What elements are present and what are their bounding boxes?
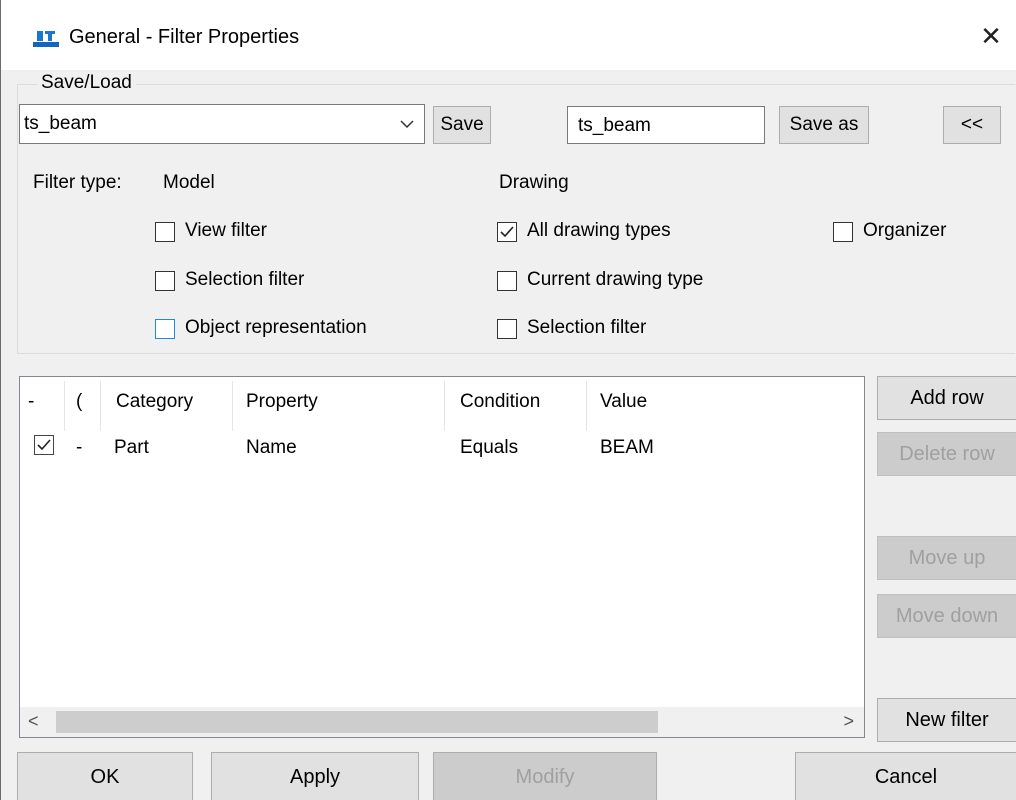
close-icon: ✕ — [980, 20, 1002, 51]
row-enabled-checkbox[interactable] — [34, 435, 54, 455]
current-drawing-type-checkbox[interactable] — [497, 271, 517, 291]
column-separator[interactable] — [444, 381, 445, 431]
scroll-left-icon[interactable]: < — [28, 711, 39, 732]
column-header-condition[interactable]: Condition — [460, 391, 540, 413]
scroll-right-icon[interactable]: > — [843, 711, 854, 732]
add-row-button[interactable]: Add row — [877, 376, 1016, 420]
checkmark-icon — [37, 439, 51, 451]
cancel-button[interactable]: Cancel — [795, 752, 1016, 800]
column-header-paren[interactable]: ( — [76, 391, 82, 413]
column-separator[interactable] — [232, 381, 233, 431]
new-filter-button[interactable]: New filter — [877, 698, 1016, 742]
save-as-name-input[interactable]: ts_beam — [567, 106, 765, 144]
move-up-button[interactable]: Move up — [877, 536, 1016, 580]
row-condition-cell[interactable]: Equals — [460, 437, 518, 459]
save-load-group-label: Save/Load — [37, 72, 136, 94]
column-header-property[interactable]: Property — [246, 391, 318, 413]
view-filter-label: View filter — [185, 220, 268, 241]
object-representation-checkbox[interactable] — [155, 319, 175, 339]
column-separator[interactable] — [586, 381, 587, 431]
save-as-name-value: ts_beam — [578, 115, 651, 136]
column-header-value[interactable]: Value — [600, 391, 647, 413]
collapse-button[interactable]: << — [943, 106, 1001, 144]
apply-button[interactable]: Apply — [211, 752, 419, 800]
column-separator[interactable] — [64, 381, 65, 431]
column-header-category[interactable]: Category — [116, 391, 193, 413]
modify-button[interactable]: Modify — [433, 752, 657, 800]
app-icon — [33, 28, 59, 50]
window-title: General - Filter Properties — [69, 26, 300, 48]
current-drawing-type-label: Current drawing type — [527, 269, 704, 290]
filter-select-combobox[interactable]: ts_beam — [19, 104, 425, 144]
row-property-cell[interactable]: Name — [246, 437, 297, 459]
combo-value: ts_beam — [24, 113, 97, 134]
drawing-heading: Drawing — [499, 172, 569, 193]
ok-button[interactable]: OK — [17, 752, 193, 800]
model-selection-filter-label: Selection filter — [185, 269, 305, 290]
model-heading: Model — [163, 172, 215, 193]
chevron-down-icon — [396, 111, 418, 137]
row-value-cell[interactable]: BEAM — [600, 437, 654, 459]
row-paren-cell[interactable]: - — [76, 437, 82, 459]
column-header-minus[interactable]: - — [28, 391, 34, 413]
row-category-cell[interactable]: Part — [114, 437, 149, 459]
checkmark-icon — [500, 226, 514, 238]
all-drawing-types-checkbox[interactable] — [497, 222, 517, 242]
save-as-button[interactable]: Save as — [779, 106, 869, 144]
delete-row-button[interactable]: Delete row — [877, 432, 1016, 476]
organizer-checkbox[interactable] — [833, 222, 853, 242]
save-button[interactable]: Save — [433, 106, 491, 144]
view-filter-checkbox[interactable] — [155, 222, 175, 242]
title-bar: General - Filter Properties ✕ — [1, 0, 1016, 70]
filter-type-label: Filter type: — [33, 172, 122, 193]
horizontal-scrollbar[interactable]: < > — [20, 707, 864, 737]
scrollbar-thumb[interactable] — [56, 711, 658, 733]
move-down-button[interactable]: Move down — [877, 594, 1016, 638]
filter-properties-dialog: General - Filter Properties ✕ Save/Load … — [0, 0, 1016, 800]
drawing-selection-filter-label: Selection filter — [527, 317, 647, 338]
organizer-label: Organizer — [863, 220, 947, 241]
model-selection-filter-checkbox[interactable] — [155, 271, 175, 291]
drawing-selection-filter-checkbox[interactable] — [497, 319, 517, 339]
filter-rules-grid[interactable]: - ( Category Property Condition Value - … — [19, 376, 865, 738]
object-representation-label: Object representation — [185, 317, 367, 338]
column-separator[interactable] — [100, 381, 101, 431]
all-drawing-types-label: All drawing types — [527, 220, 671, 241]
close-button[interactable]: ✕ — [973, 18, 1009, 54]
